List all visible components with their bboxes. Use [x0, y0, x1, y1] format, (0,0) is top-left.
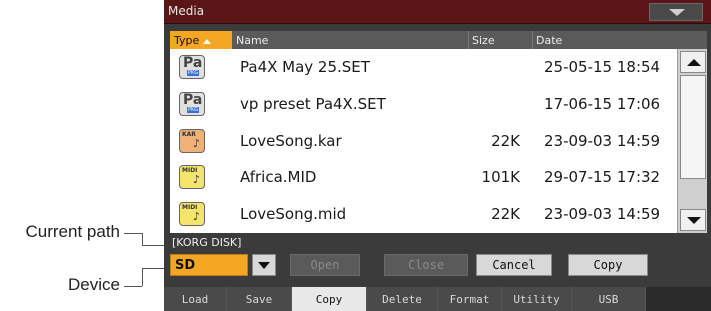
file-size: 22K	[491, 131, 520, 150]
tab-format[interactable]: Format	[438, 287, 502, 311]
device-callout: Device	[68, 275, 120, 294]
sort-ascending-icon	[203, 38, 212, 44]
file-size: 101K	[481, 168, 520, 187]
midi-file-icon: MIDI ♪	[179, 202, 205, 227]
copy-button[interactable]: Copy	[568, 254, 648, 276]
scroll-down-button[interactable]	[680, 209, 706, 231]
music-note-icon: ♪	[192, 210, 200, 224]
device-leader	[124, 286, 142, 287]
file-date: 25-05-15 18:54	[544, 58, 661, 76]
column-header-name[interactable]: Name	[236, 34, 268, 47]
file-row[interactable]: KAR ♪ LoveSong.kar 22K 23-09-03 14:59	[170, 123, 673, 160]
set-file-icon: Pa PKG	[179, 55, 205, 79]
current-path-leader	[124, 233, 142, 234]
current-path-leader-vertical	[142, 233, 143, 245]
column-type-label: Type	[174, 34, 200, 47]
file-name: Africa.MID	[240, 168, 317, 187]
current-path-callout: Current path	[25, 222, 121, 241]
page-menu-button[interactable]	[649, 3, 703, 21]
file-date: 29-07-15 17:32	[544, 168, 661, 187]
arrow-down-icon	[687, 217, 701, 224]
device-dropdown-button[interactable]	[252, 254, 276, 276]
tab-delete[interactable]: Delete	[367, 287, 438, 311]
set-icon-label: Pa	[183, 91, 203, 108]
file-rows: Pa PKG Pa4X May 25.SET 25-05-15 18:54 Pa P…	[170, 49, 673, 233]
file-list: Type Name Size Date Pa PKG Pa4X May 25.SE…	[170, 31, 707, 233]
file-date: 17-06-15 17:06	[544, 94, 661, 113]
page-title: Media	[168, 4, 205, 18]
file-size: 22K	[491, 205, 520, 224]
open-button[interactable]: Open	[290, 254, 360, 276]
column-header-size[interactable]: Size	[472, 34, 495, 47]
file-row[interactable]: Pa PKG Pa4X May 25.SET 25-05-15 18:54	[170, 49, 673, 86]
arrow-up-icon	[687, 59, 701, 66]
column-header-type[interactable]: Type	[170, 31, 232, 49]
chevron-down-icon	[669, 9, 685, 16]
chevron-down-icon	[258, 262, 270, 269]
device-leader-end	[142, 268, 164, 269]
set-file-icon: Pa PKG	[179, 91, 205, 116]
tab-load[interactable]: Load	[164, 287, 227, 311]
column-divider	[468, 31, 469, 49]
tab-save[interactable]: Save	[227, 287, 292, 311]
file-date: 23-09-03 14:59	[544, 131, 661, 150]
device-selector[interactable]: SD	[170, 254, 248, 276]
device-leader-vertical	[142, 268, 143, 286]
file-list-header: Type Name Size Date	[170, 31, 707, 49]
pkg-icon-label: PKG	[187, 70, 200, 76]
set-icon-label: Pa	[183, 55, 203, 71]
music-note-icon: ♪	[192, 136, 200, 150]
media-screen: Media Type Name Size Date Pa PKG Pa4X May…	[164, 0, 711, 311]
title-bar: Media	[164, 0, 711, 24]
tab-copy[interactable]: Copy	[292, 287, 367, 311]
scroll-thumb[interactable]	[680, 75, 706, 179]
midi-file-icon: MIDI ♪	[179, 165, 205, 190]
tab-usb[interactable]: USB	[572, 287, 646, 311]
scroll-up-button[interactable]	[680, 51, 706, 73]
tab-utility[interactable]: Utility	[502, 287, 572, 311]
music-note-icon: ♪	[192, 173, 200, 187]
cancel-button[interactable]: Cancel	[476, 254, 552, 276]
file-date: 23-09-03 14:59	[544, 205, 661, 224]
file-name: Pa4X May 25.SET	[240, 58, 370, 76]
tab-bar: Load Save Copy Delete Format Utility USB	[164, 287, 711, 311]
file-name: vp preset Pa4X.SET	[240, 94, 386, 113]
file-row[interactable]: MIDI ♪ Africa.MID 101K 29-07-15 17:32	[170, 159, 673, 196]
close-button[interactable]: Close	[384, 254, 468, 276]
file-name: LoveSong.kar	[240, 131, 342, 150]
scrollbar[interactable]	[677, 49, 707, 233]
current-path: [KORG DISK]	[164, 236, 711, 250]
file-row[interactable]: MIDI ♪ LoveSong.mid 22K 23-09-03 14:59	[170, 196, 673, 233]
file-row[interactable]: Pa PKG vp preset Pa4X.SET 17-06-15 17:06	[170, 86, 673, 123]
current-path-leader-end	[142, 245, 164, 246]
file-name: LoveSong.mid	[240, 205, 347, 224]
kar-file-icon: KAR ♪	[179, 128, 205, 153]
pkg-icon-label: PKG	[187, 106, 200, 113]
column-header-date[interactable]: Date	[536, 34, 562, 47]
column-divider	[532, 31, 533, 49]
